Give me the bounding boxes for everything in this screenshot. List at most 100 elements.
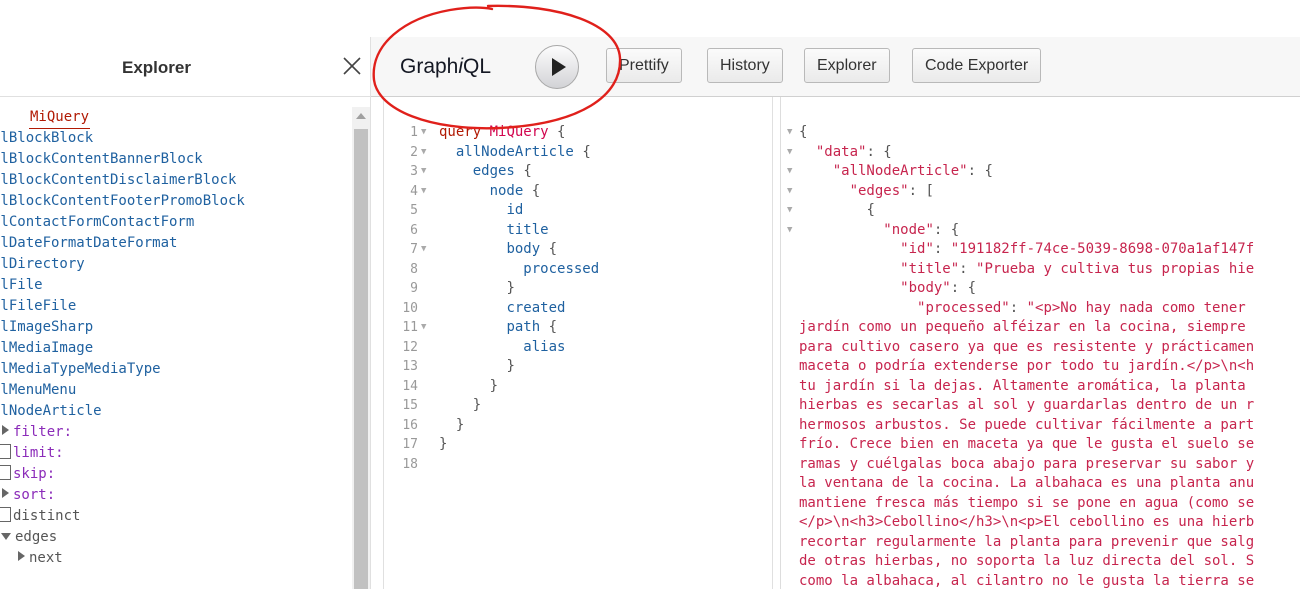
explorer-field[interactable]: llBlockBlock xyxy=(0,128,345,149)
fold-arrow-icon[interactable]: ▼ xyxy=(421,240,426,260)
explorer-field[interactable]: llContactFormContactForm xyxy=(0,212,345,233)
graphiql-toolbar: GraphiQL Prettify History Explorer Code … xyxy=(371,37,1300,97)
keyword: query xyxy=(439,124,482,140)
scroll-up-arrow-icon[interactable] xyxy=(356,113,366,119)
explorer-field[interactable]: llBlockContentFooterPromoBlock xyxy=(0,191,345,212)
fold-arrow-icon[interactable]: ▼ xyxy=(787,201,792,221)
result-line: maceta o podría extenderse por todo tu j… xyxy=(781,357,1300,377)
explorer-field[interactable]: llBlockContentBannerBlock xyxy=(0,149,345,170)
code-line: 9 } xyxy=(384,279,772,299)
fold-arrow-icon[interactable]: ▼ xyxy=(421,162,426,182)
explorer-field[interactable]: llMenuMenu xyxy=(0,380,345,401)
code-line: 2 ▼ allNodeArticle { xyxy=(384,143,772,163)
fold-arrow-icon[interactable]: ▼ xyxy=(787,123,792,143)
explorer-field-distinct[interactable]: distinct xyxy=(0,506,345,527)
field-label[interactable]: llMenuMenu xyxy=(0,380,76,401)
field-label[interactable]: llImageSharp xyxy=(0,317,93,338)
close-icon[interactable] xyxy=(340,54,364,78)
explorer-field-list: ry MiQuery llBlockBlock llBlockContentBa… xyxy=(0,107,345,589)
field-label[interactable]: llBlockBlock xyxy=(0,128,93,149)
field-label[interactable]: llBlockContentDisclaimerBlock xyxy=(0,170,236,191)
code-line: 11 ▼ path { xyxy=(384,318,772,338)
punctuation: { xyxy=(531,182,541,199)
fold-arrow-icon[interactable]: ▼ xyxy=(421,182,426,202)
explorer-arg-skip[interactable]: skip: xyxy=(0,464,345,485)
field: created xyxy=(506,299,566,316)
field-label[interactable]: llContactFormContactForm xyxy=(0,212,194,233)
explorer-field[interactable]: llFile xyxy=(0,275,345,296)
field-label[interactable]: llMediaTypeMediaType xyxy=(0,359,161,380)
punctuation: { xyxy=(967,280,977,296)
field-label[interactable]: llNodeArticle xyxy=(0,401,102,422)
field: node xyxy=(489,182,524,199)
expand-arrow-icon[interactable] xyxy=(18,551,25,561)
field-label[interactable]: llBlockContentBannerBlock xyxy=(0,149,203,170)
punctuation: } xyxy=(472,397,482,413)
title-part: QL xyxy=(463,55,492,78)
explorer-button[interactable]: Explorer xyxy=(804,48,890,83)
punctuation: { xyxy=(866,202,875,218)
scrollbar-thumb[interactable] xyxy=(354,129,368,589)
explorer-field[interactable]: llImageSharp xyxy=(0,317,345,338)
explorer-field[interactable]: llFileFile xyxy=(0,296,345,317)
field-label[interactable]: llFileFile xyxy=(0,296,76,317)
punctuation: } xyxy=(506,358,515,374)
result-line: de otras hierbas, no soporta la luz dire… xyxy=(781,552,1300,572)
explorer-field-selected[interactable]: llNodeArticle xyxy=(0,401,345,422)
explorer-arg-sort[interactable]: sort: xyxy=(0,485,345,506)
fold-arrow-icon[interactable]: ▼ xyxy=(787,221,792,241)
field-label[interactable]: llDirectory xyxy=(0,254,85,275)
punctuation: { xyxy=(883,143,892,160)
collapse-arrow-icon[interactable] xyxy=(1,533,11,540)
line-number: 5 xyxy=(410,203,418,218)
explorer-field[interactable]: llDateFormatDateFormat xyxy=(0,233,345,254)
json-string: ramas y cuélgalas boca abajo para preser… xyxy=(799,455,1255,472)
explorer-arg-filter[interactable]: filter: xyxy=(0,422,345,443)
explorer-scrollbar[interactable] xyxy=(352,107,370,589)
explorer-field-next[interactable]: next xyxy=(0,548,345,569)
history-button[interactable]: History xyxy=(707,48,783,83)
line-number: 18 xyxy=(402,456,418,472)
checkbox-icon[interactable] xyxy=(0,507,11,522)
json-string: mantiene fresca más tiempo si se pone en… xyxy=(799,494,1255,511)
json-string: </p>\n<h3>Cebollino</h3>\n<p>El cebollin… xyxy=(799,514,1255,530)
checkbox-icon[interactable] xyxy=(0,444,11,459)
json-string: recortar regularmente la planta para pre… xyxy=(799,533,1255,550)
json-string: para cultivo casero ya que es resistente… xyxy=(799,338,1255,355)
explorer-field[interactable]: llMediaTypeMediaType xyxy=(0,359,345,380)
explorer-field[interactable]: llBlockContentDisclaimerBlock xyxy=(0,170,345,191)
expand-arrow-icon[interactable] xyxy=(2,425,9,435)
json-string: hierbas es secarlas al sol y guardarlas … xyxy=(799,397,1255,413)
punctuation: { xyxy=(582,143,591,160)
fold-arrow-icon[interactable]: ▼ xyxy=(421,318,426,338)
field-label[interactable]: llFile xyxy=(0,275,43,296)
field-label[interactable]: llDateFormatDateFormat xyxy=(0,233,177,254)
explorer-arg-limit[interactable]: limit: xyxy=(0,443,345,464)
expand-arrow-icon[interactable] xyxy=(2,488,9,498)
result-line: tu jardín si la dejas. Altamente aromáti… xyxy=(781,377,1300,397)
explorer-field[interactable]: llMediaImage xyxy=(0,338,345,359)
result-line: recortar regularmente la planta para pre… xyxy=(781,533,1300,553)
query-editor[interactable]: 1 ▼ query MiQuery { 2 ▼ allNodeArticle { 3 ▼… xyxy=(383,97,773,589)
code-line: 15 } xyxy=(384,396,772,416)
code-line: 10 created xyxy=(384,299,772,319)
explorer-field[interactable]: llDirectory xyxy=(0,254,345,275)
fold-arrow-icon[interactable]: ▼ xyxy=(787,162,792,182)
code-line: 6 title xyxy=(384,221,772,241)
checkbox-icon[interactable] xyxy=(0,465,11,480)
code-exporter-button[interactable]: Code Exporter xyxy=(912,48,1042,83)
fold-arrow-icon[interactable]: ▼ xyxy=(421,143,426,163)
fold-arrow-icon[interactable]: ▼ xyxy=(787,182,792,202)
field-label[interactable]: llBlockContentFooterPromoBlock xyxy=(0,191,245,212)
prettify-button[interactable]: Prettify xyxy=(606,48,682,83)
explorer-field-edges[interactable]: edges xyxy=(0,527,345,548)
result-line: </p>\n<h3>Cebollino</h3>\n<p>El cebollin… xyxy=(781,513,1300,533)
fold-arrow-icon[interactable]: ▼ xyxy=(787,143,792,163)
result-line: "id": "191182ff-74ce-5039-8698-070a1af14… xyxy=(900,241,1255,257)
result-line: ▼ "allNodeArticle": { xyxy=(781,162,1300,182)
query-name-input[interactable]: MiQuery xyxy=(29,107,91,129)
result-line: "title": "Prueba y cultiva tus propias h… xyxy=(900,260,1255,277)
run-query-button[interactable] xyxy=(535,45,579,89)
fold-arrow-icon[interactable]: ▼ xyxy=(421,123,426,143)
field-label[interactable]: llMediaImage xyxy=(0,338,93,359)
